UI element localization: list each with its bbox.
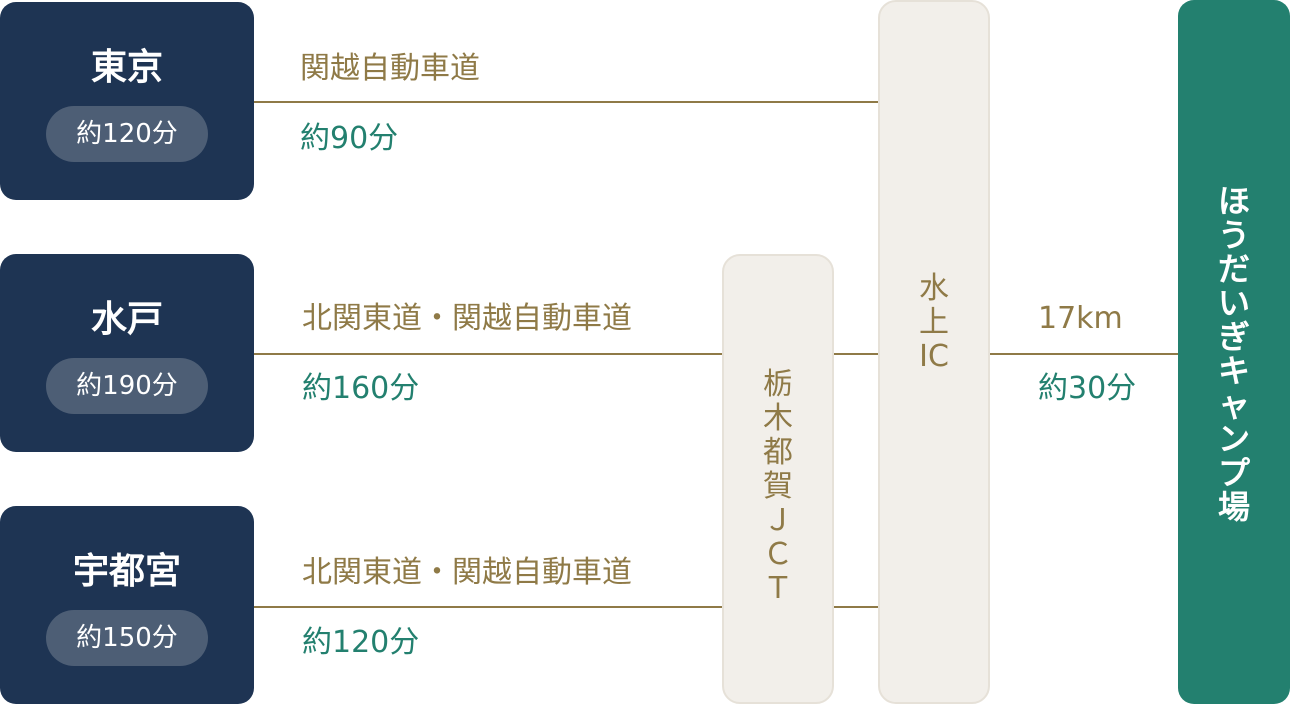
junction-node: 栃 木 都 賀 Ｊ Ｃ Ｔ [722,254,834,704]
origin-total-time: 約120分 [46,106,208,162]
origin-total-time: 約150分 [46,610,208,666]
road-name-tokyo: 関越自動車道 [300,51,480,86]
origin-total-time: 約190分 [46,358,208,414]
final-leg-distance: 17km [1038,301,1123,336]
origin-utsunomiya: 宇都宮 約150分 [0,506,254,704]
origin-tokyo: 東京 約120分 [0,2,254,200]
final-leg-time: 約30分 [1038,371,1137,406]
destination-label: ほ う だ い ぎ キ ャ ン プ 場 [1217,182,1250,526]
road-name-utsunomiya: 北関東道・関越自動車道 [302,555,632,590]
road-name-mito: 北関東道・関越自動車道 [302,301,632,336]
destination-houdaigi-campground: ほ う だ い ぎ キ ャ ン プ 場 [1178,0,1290,704]
road-line-utsunomiya-to-jct [254,606,724,608]
road-time-mito: 約160分 [302,371,420,406]
origin-city: 水戸 [90,299,163,340]
road-line-tokyo [254,101,880,103]
road-line-mito-to-jct [254,353,724,355]
origin-mito: 水戸 約190分 [0,254,254,452]
interchange-label: 水 上 IC [919,271,949,374]
road-line-jct-to-ic-lower [832,606,880,608]
origin-city: 宇都宮 [72,551,181,592]
interchange-node: 水 上 IC [878,0,990,704]
road-time-utsunomiya: 約120分 [302,625,420,660]
origin-city: 東京 [90,47,163,88]
road-line-final-leg [988,353,1178,355]
road-line-jct-to-ic [832,353,880,355]
junction-label: 栃 木 都 賀 Ｊ Ｃ Ｔ [763,367,793,606]
road-time-tokyo: 約90分 [300,121,399,156]
